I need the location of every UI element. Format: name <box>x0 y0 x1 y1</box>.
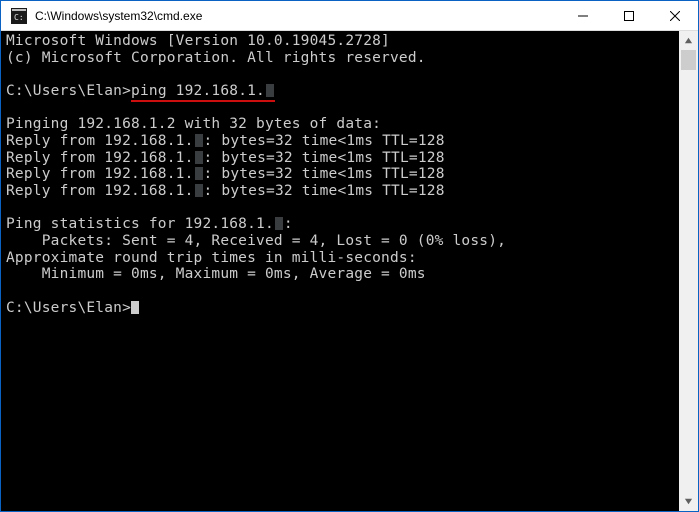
maximize-button[interactable] <box>606 1 652 31</box>
reply-line: Reply from 192.168.1.: bytes=32 time<1ms… <box>6 166 445 182</box>
redacted-octet <box>195 151 203 164</box>
banner-line-1: Microsoft Windows [Version 10.0.19045.27… <box>6 33 390 49</box>
redacted-octet <box>195 184 203 197</box>
stats-header: Ping statistics for 192.168.1.: <box>6 216 293 232</box>
cmd-window: C: C:\Windows\system32\cmd.exe Microsoft… <box>0 0 699 512</box>
redacted-octet <box>275 217 283 230</box>
prompt-2: C:\Users\Elan> <box>6 300 139 316</box>
cursor <box>131 301 139 314</box>
scroll-up-button[interactable] <box>679 31 698 50</box>
redacted-octet <box>195 134 203 147</box>
prompt-1: C:\Users\Elan>ping 192.168.1. <box>6 83 275 99</box>
packets-line: Packets: Sent = 4, Received = 4, Lost = … <box>6 233 506 249</box>
svg-text:C:: C: <box>14 13 24 22</box>
minimize-button[interactable] <box>560 1 606 31</box>
pinging-line: Pinging 192.168.1.2 with 32 bytes of dat… <box>6 116 381 132</box>
reply-line: Reply from 192.168.1.: bytes=32 time<1ms… <box>6 133 445 149</box>
terminal-output[interactable]: Microsoft Windows [Version 10.0.19045.27… <box>1 31 679 511</box>
window-title: C:\Windows\system32\cmd.exe <box>35 9 202 23</box>
scroll-down-button[interactable] <box>679 492 698 511</box>
title-bar[interactable]: C: C:\Windows\system32\cmd.exe <box>1 1 698 31</box>
terminal-area: Microsoft Windows [Version 10.0.19045.27… <box>1 31 698 511</box>
rtt-line: Minimum = 0ms, Maximum = 0ms, Average = … <box>6 266 426 282</box>
scrollbar-track[interactable] <box>679 50 698 492</box>
banner-line-2: (c) Microsoft Corporation. All rights re… <box>6 50 426 66</box>
vertical-scrollbar[interactable] <box>679 31 698 511</box>
redacted-octet <box>195 167 203 180</box>
redacted-octet <box>266 84 274 97</box>
reply-line: Reply from 192.168.1.: bytes=32 time<1ms… <box>6 150 445 166</box>
rtt-header: Approximate round trip times in milli-se… <box>6 250 417 266</box>
cmd-icon: C: <box>9 6 29 26</box>
ping-command: ping 192.168.1. <box>131 83 275 102</box>
scrollbar-thumb[interactable] <box>681 50 696 70</box>
reply-line: Reply from 192.168.1.: bytes=32 time<1ms… <box>6 183 445 199</box>
close-button[interactable] <box>652 1 698 31</box>
